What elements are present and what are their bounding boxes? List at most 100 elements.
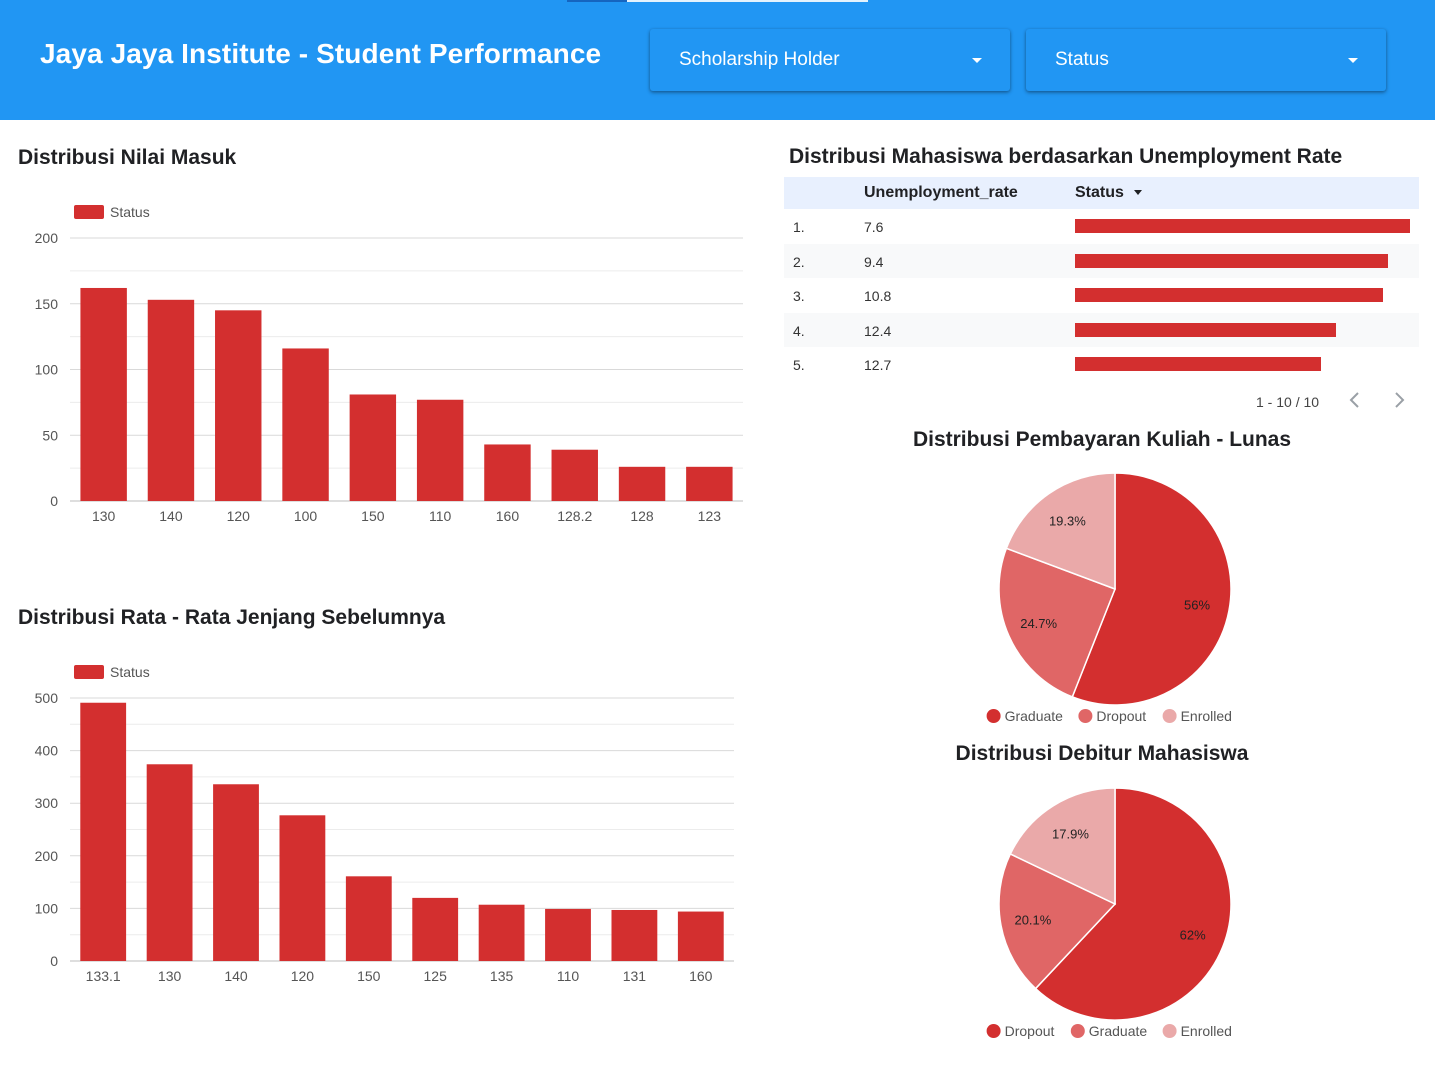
legend-label[interactable]: Status [110,664,150,680]
unemployment-rate-cell: 9.4 [864,253,884,270]
slice-label: 56% [1184,598,1210,613]
legend-label[interactable]: Enrolled [1181,708,1232,724]
y-tick-label: 500 [35,690,59,706]
row-index: 2. [793,253,805,270]
legend-swatch [986,1024,1001,1038]
y-tick-label: 50 [42,427,58,443]
filter-label: Scholarship Holder [679,49,840,70]
legend-swatch [74,205,104,219]
x-tick-label: 110 [429,508,452,524]
chevron-down-icon [972,58,982,63]
unemployment-rate-cell: 7.6 [864,219,884,235]
legend-label[interactable]: Graduate [1089,1023,1148,1039]
bar[interactable] [279,815,326,961]
status-bar [1075,219,1410,233]
x-tick-label: 110 [557,968,580,984]
bar[interactable] [349,394,397,501]
legend-label[interactable]: Dropout [1096,708,1146,724]
x-tick-label: 120 [291,968,315,984]
slice-label: 19.3% [1049,513,1086,528]
status-bar [1075,253,1389,268]
page-tab-indicator[interactable] [627,0,868,2]
status-bar [1075,288,1384,302]
bar[interactable] [551,449,598,501]
previous-grade-chart-title: Distribusi Rata - Rata Jenjang Sebelumny… [18,606,446,629]
row-index: 3. [793,288,805,304]
legend-swatch [1078,709,1093,723]
legend-label[interactable]: Enrolled [1181,1023,1232,1039]
bar[interactable] [282,348,329,501]
unemployment-table: Unemployment_rate Status 1. 7.6 2. 9.4 3. 10.… [784,177,1419,382]
x-tick-label: 120 [227,508,251,524]
row-index: 1. [793,219,805,235]
status-filter[interactable]: Status [1026,29,1386,91]
row-index: 5. [793,357,805,373]
debtor-pie-chart: 62% 20.1% 17.9% Dropout Graduate Enrolled [986,787,1232,1039]
debtor-chart-title: Distribusi Debitur Mahasiswa [955,742,1249,765]
bar[interactable] [146,764,193,961]
legend-swatch [1162,709,1177,723]
legend-swatch [986,709,1001,723]
x-tick-label: 140 [224,968,248,984]
bar[interactable] [677,911,724,961]
bar[interactable] [147,299,195,501]
admission-bar-chart: 0 50 100 150 200 130 140 120 100 150 110 160 128.2 12… [35,204,743,524]
bar[interactable] [478,904,525,961]
row-index: 4. [793,322,805,339]
slice-label: 24.7% [1020,616,1057,631]
x-tick-label: 130 [158,968,182,984]
table-row[interactable]: 2. 9.4 [784,243,1419,278]
table-row[interactable]: 4. 12.4 [784,312,1419,347]
x-tick-label: 130 [92,508,116,524]
chevron-right-icon[interactable] [1387,388,1411,412]
legend-swatch [74,665,104,679]
bar[interactable] [80,702,127,961]
sort-descending-icon [1133,190,1142,196]
y-tick-label: 200 [35,230,59,246]
table-row[interactable]: 3. 10.8 [784,278,1419,313]
column-header-status[interactable]: Status [1075,184,1142,202]
column-header-unemployment-rate[interactable]: Unemployment_rate [864,184,1018,202]
x-tick-label: 133.1 [86,968,121,984]
bar[interactable] [213,784,259,961]
dashboard-header: Jaya Jaya Institute - Student Performanc… [0,0,1435,120]
bar[interactable] [611,909,658,961]
scholarship-holder-filter[interactable]: Scholarship Holder [650,29,1010,91]
y-tick-label: 100 [35,362,59,378]
unemployment-rate-cell: 12.4 [864,322,892,339]
legend-label[interactable]: Graduate [1005,708,1064,724]
chevron-left-icon[interactable] [1343,388,1367,412]
table-body: 1. 7.6 2. 9.4 3. 10.8 4. 12.4 5. 12.7 [784,209,1419,382]
table-header: Unemployment_rate Status [784,177,1419,209]
legend-swatch [1162,1024,1177,1038]
previous-grade-bar-chart: 0 100 200 300 400 500 133.1 130 140 120 150 125 135 1… [35,664,734,984]
bar[interactable] [215,310,262,501]
bar[interactable] [416,399,464,501]
table-row[interactable]: 1. 7.6 [784,209,1419,244]
bar[interactable] [484,444,531,501]
y-tick-label: 100 [35,900,59,916]
x-tick-label: 125 [424,968,448,984]
x-tick-label: 131 [623,968,647,984]
tuition-pie-chart: 56% 24.7% 19.3% Graduate Dropout Enrolled [986,472,1232,724]
y-tick-label: 400 [35,743,59,759]
tuition-chart-title: Distribusi Pembayaran Kuliah - Lunas [912,428,1292,451]
x-tick-label: 150 [357,968,381,984]
slice-label: 17.9% [1052,826,1089,841]
bar[interactable] [80,287,127,501]
page-tab-indicator-active[interactable] [567,0,627,2]
legend-label[interactable]: Dropout [1005,1023,1055,1039]
legend-label[interactable]: Status [110,204,150,220]
slice-label: 62% [1180,928,1206,943]
bar[interactable] [686,466,733,501]
y-tick-label: 150 [35,296,59,312]
bar[interactable] [545,908,591,961]
bar[interactable] [618,466,666,501]
bar[interactable] [345,876,392,961]
bar[interactable] [412,897,459,961]
table-row[interactable]: 5. 12.7 [784,347,1419,382]
chevron-down-icon [1348,58,1358,63]
unemployment-rate-cell: 12.7 [864,357,892,373]
x-tick-label: 100 [294,508,318,524]
x-tick-label: 135 [490,968,514,984]
